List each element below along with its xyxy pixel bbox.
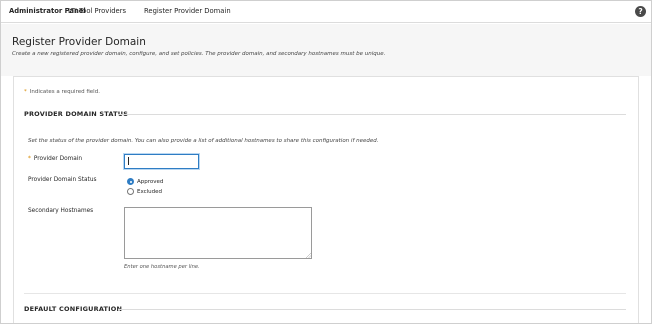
- section-divider: [118, 114, 626, 115]
- provider-domain-label: * Provider Domain: [28, 156, 82, 162]
- required-marker: *: [24, 89, 27, 95]
- page-header: Register Provider Domain Create a new re…: [1, 24, 651, 76]
- section-heading-provider-domain-status: PROVIDER DOMAIN STATUS: [24, 110, 129, 118]
- section-description: Set the status of the provider domain. Y…: [28, 138, 379, 144]
- section-divider: [118, 309, 626, 310]
- secondary-hostnames-hint: Enter one hostname per line.: [124, 264, 200, 270]
- radio-checked-icon[interactable]: [127, 178, 134, 185]
- page-title: Register Provider Domain: [12, 36, 146, 48]
- secondary-hostnames-textarea[interactable]: [124, 207, 312, 259]
- form-panel: * Indicates a required field. PROVIDER DO…: [13, 76, 639, 323]
- breadcrumb: Administrator Panel LTI Tool Providers R…: [1, 1, 651, 23]
- page-frame: Administrator Panel LTI Tool Providers R…: [0, 0, 652, 324]
- required-note: * Indicates a required field.: [24, 89, 100, 95]
- required-note-text: Indicates a required field.: [29, 89, 100, 95]
- breadcrumb-lti-tool-providers[interactable]: LTI Tool Providers: [68, 7, 126, 15]
- secondary-hostnames-label: Secondary Hostnames: [28, 208, 94, 214]
- status-option-approved-label: Approved: [137, 178, 164, 185]
- status-option-excluded-label: Excluded: [137, 188, 163, 195]
- status-option-excluded[interactable]: Excluded: [127, 188, 162, 195]
- page-description: Create a new registered provider domain,…: [12, 51, 386, 57]
- provider-domain-label-text: Provider Domain: [33, 156, 83, 162]
- provider-domain-input[interactable]: [124, 154, 199, 169]
- radio-unchecked-icon[interactable]: [127, 188, 134, 195]
- required-marker: *: [28, 156, 31, 162]
- breadcrumb-register-provider-domain: Register Provider Domain: [144, 7, 231, 15]
- provider-domain-status-label: Provider Domain Status: [28, 177, 97, 183]
- status-option-approved[interactable]: Approved: [127, 178, 163, 185]
- panel-divider: [24, 293, 626, 294]
- help-icon[interactable]: ?: [635, 6, 646, 17]
- section-heading-default-configuration: DEFAULT CONFIGURATION: [24, 305, 123, 313]
